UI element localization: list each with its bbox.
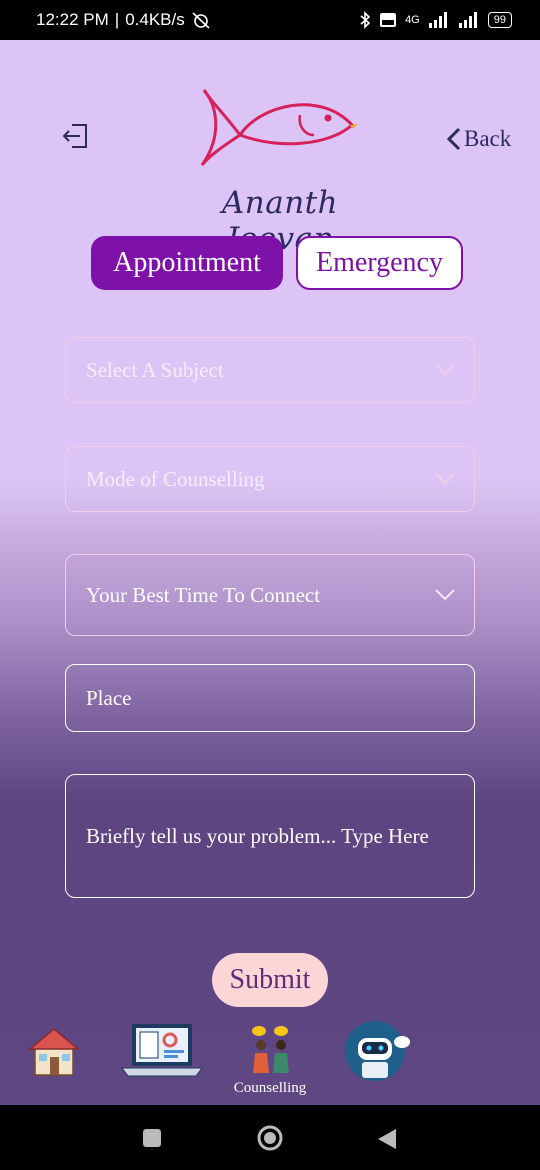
subject-placeholder: Select A Subject	[86, 357, 224, 382]
status-speed: 0.4KB/s	[125, 10, 185, 29]
status-separator: |	[114, 10, 120, 29]
tab-appointment[interactable]: Appointment	[91, 236, 283, 290]
back-nav-icon[interactable]	[376, 1127, 398, 1151]
problem-textarea[interactable]: Briefly tell us your problem... Type Her…	[65, 774, 475, 898]
chevron-down-icon	[435, 364, 455, 376]
chevron-down-icon	[435, 589, 455, 601]
mode-placeholder: Mode of Counselling	[86, 466, 265, 491]
status-bar: 12:22 PM | 0.4KB/s 4G 99	[0, 0, 540, 40]
alarm-off-icon	[192, 12, 210, 29]
battery-icon: 99	[487, 12, 512, 28]
home-icon[interactable]	[26, 1025, 82, 1077]
mode-select[interactable]: Mode of Counselling	[65, 446, 475, 512]
assessment-laptop-icon[interactable]	[120, 1020, 204, 1080]
recent-apps-icon[interactable]	[142, 1128, 162, 1148]
back-button[interactable]: Back	[446, 126, 511, 152]
volte-icon	[380, 13, 397, 27]
chatbot-icon[interactable]	[344, 1020, 412, 1082]
system-navigation-bar	[0, 1105, 540, 1170]
status-time: 12:22 PM	[36, 10, 109, 29]
place-input[interactable]: Place	[65, 664, 475, 732]
counselling-icon[interactable]	[243, 1025, 299, 1077]
bluetooth-icon	[360, 11, 371, 29]
time-select[interactable]: Your Best Time To Connect	[65, 554, 475, 636]
status-left: 12:22 PM | 0.4KB/s	[36, 10, 211, 30]
logout-icon[interactable]	[60, 120, 92, 152]
tab-emergency[interactable]: Emergency	[296, 236, 463, 290]
signal-icon-1	[428, 12, 447, 28]
brand-logo: Ananth Jeevan	[180, 80, 380, 257]
back-label: Back	[464, 126, 512, 151]
app-screen: Ananth Jeevan Back Appointment Emergency…	[0, 40, 540, 1105]
chevron-left-icon	[446, 127, 461, 151]
home-nav-icon[interactable]	[256, 1124, 284, 1152]
problem-placeholder: Briefly tell us your problem... Type Her…	[86, 824, 429, 848]
network-type-label: 4G	[405, 14, 420, 26]
subject-select[interactable]: Select A Subject	[65, 337, 475, 403]
status-right: 4G 99	[359, 11, 512, 29]
time-placeholder: Your Best Time To Connect	[86, 582, 321, 607]
place-placeholder: Place	[86, 685, 132, 710]
fish-logo-icon	[200, 89, 358, 166]
counselling-label: Counselling	[233, 1080, 307, 1096]
chevron-down-icon	[435, 473, 455, 485]
submit-button[interactable]: Submit	[212, 953, 328, 1007]
signal-icon-2	[458, 12, 477, 28]
